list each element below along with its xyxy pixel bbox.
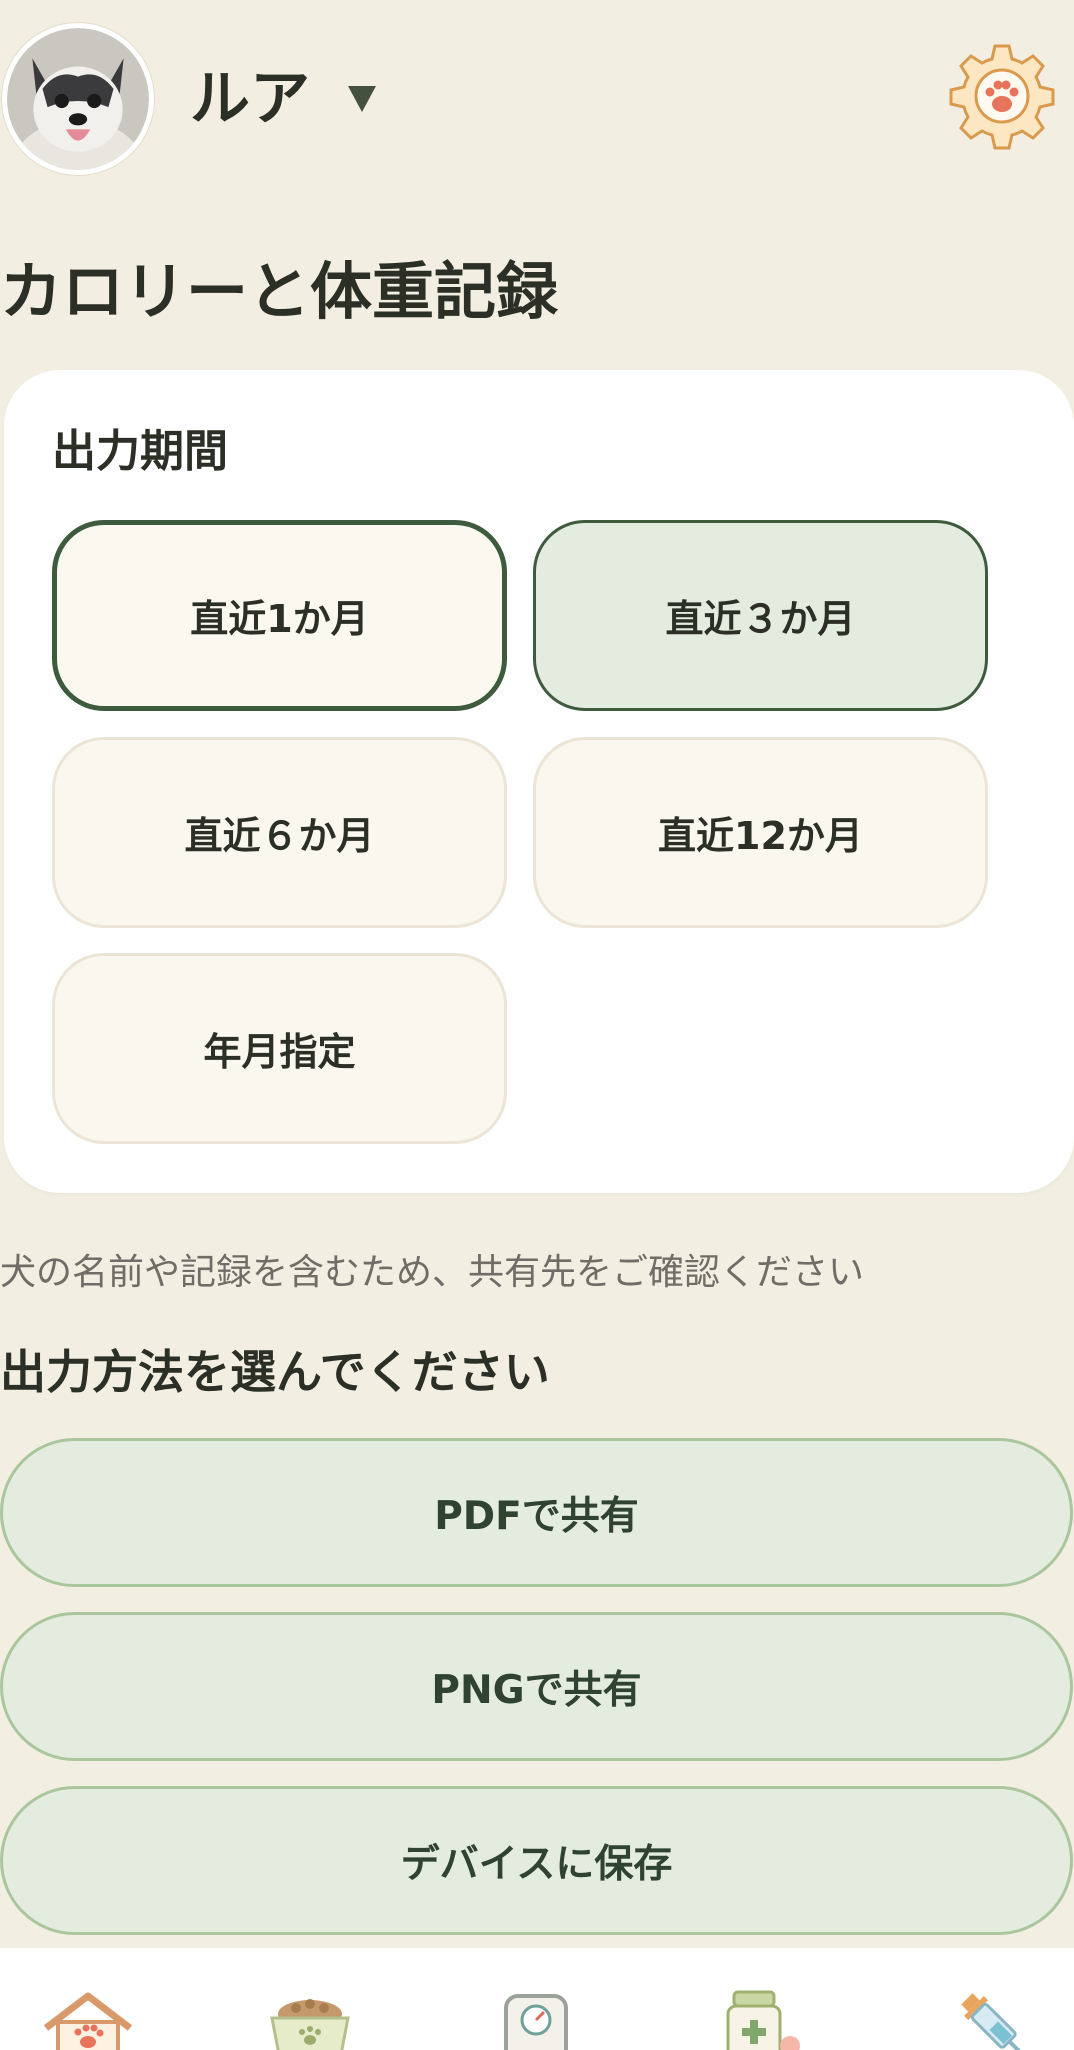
syringe-icon <box>961 1993 1024 2050</box>
settings-button[interactable] <box>948 42 1056 150</box>
food-bowl-icon <box>270 1999 350 2050</box>
pet-name[interactable]: ルア <box>190 58 310 140</box>
house-paw-icon <box>43 1992 133 2050</box>
output-method-title: 出力方法を選んでください <box>0 1345 550 1399</box>
share-png-button[interactable]: PNGで共有 <box>0 1612 1073 1761</box>
screen: ルア カロリーと体重記録 出力期間 直近1か月 直近３か月 直近６か月 直近12… <box>0 0 1074 2050</box>
period-option-custom-month[interactable]: 年月指定 <box>52 953 507 1144</box>
nav-food[interactable] <box>262 1990 358 2050</box>
page-title: カロリーと体重記録 <box>0 255 559 328</box>
period-option-12-months[interactable]: 直近12か月 <box>533 737 988 928</box>
save-to-device-button[interactable]: デバイスに保存 <box>0 1786 1073 1935</box>
nav-vaccine[interactable] <box>950 1990 1046 2050</box>
period-title: 出力期間 <box>52 426 228 477</box>
period-option-1-month[interactable]: 直近1か月 <box>52 520 507 711</box>
nav-weight[interactable] <box>488 1990 584 2050</box>
paw-gear-icon <box>949 44 1055 150</box>
period-option-6-months[interactable]: 直近６か月 <box>52 737 507 928</box>
pet-avatar[interactable] <box>2 23 154 175</box>
bottom-nav <box>0 1948 1074 2050</box>
privacy-note: 犬の名前や記録を含むため、共有先をご確認ください <box>0 1252 865 1293</box>
dog-avatar-icon <box>7 28 149 170</box>
share-pdf-button[interactable]: PDFで共有 <box>0 1438 1073 1587</box>
scale-icon <box>504 1994 568 2050</box>
caret-down-icon[interactable] <box>348 86 376 112</box>
medicine-bottle-icon <box>726 1990 800 2050</box>
nav-medicine[interactable] <box>710 1990 806 2050</box>
nav-home[interactable] <box>40 1990 136 2050</box>
period-option-3-months[interactable]: 直近３か月 <box>533 520 988 711</box>
